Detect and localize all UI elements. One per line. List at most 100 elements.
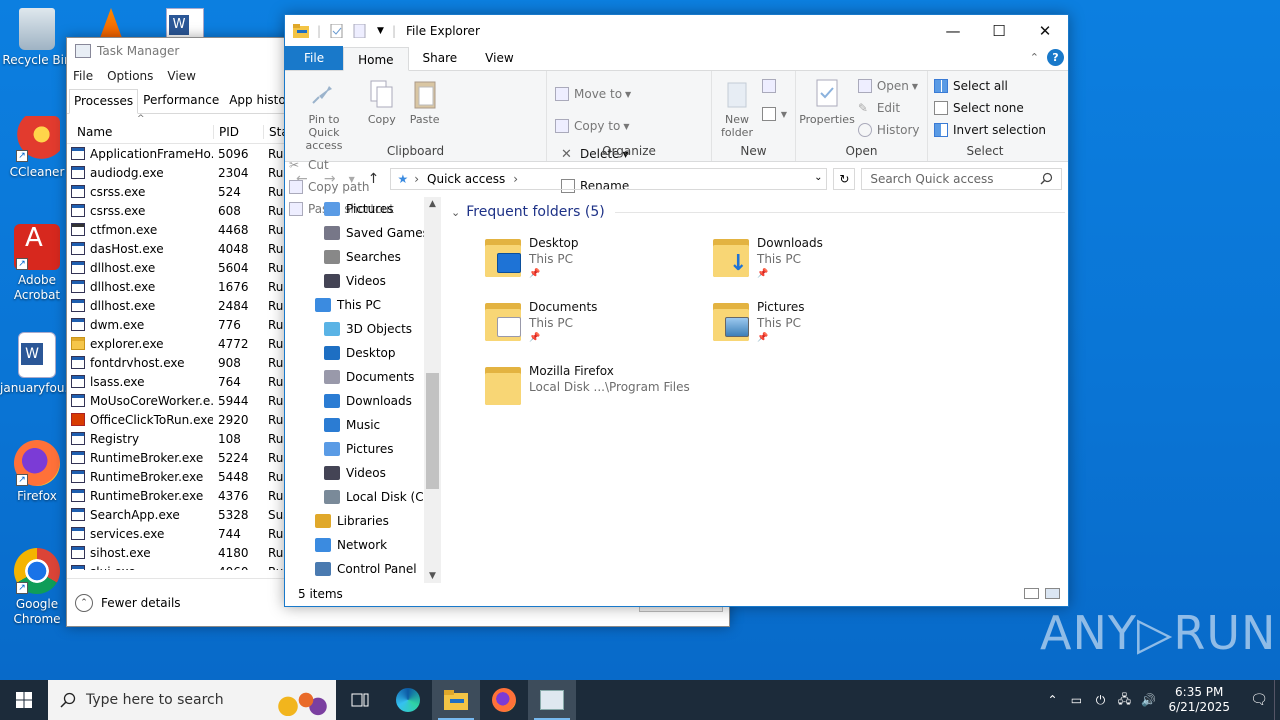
ccleaner-icon[interactable]: ↗ CCleaner <box>0 116 74 180</box>
power-icon[interactable]: ⏻ <box>1088 693 1112 708</box>
menu-view[interactable]: View <box>167 69 195 83</box>
collapse-chevron-icon: ⌃ <box>75 593 93 612</box>
folder-tile[interactable]: Documents This PC 📌 <box>483 299 711 349</box>
nav-item[interactable]: Pictures <box>285 437 440 461</box>
notifications-icon[interactable]: 🗨 <box>1244 692 1274 708</box>
nav-item[interactable]: Control Panel <box>285 557 440 581</box>
file-explorer-window[interactable]: | ▼ | File Explorer — ☐ ✕ File Home Shar… <box>284 14 1069 607</box>
copy-path-button[interactable]: Copy path <box>289 178 394 196</box>
tab-performance[interactable]: Performance <box>138 88 224 113</box>
file-explorer-titlebar[interactable]: | ▼ | File Explorer — ☐ ✕ <box>285 15 1068 46</box>
pin-icon: 📌 <box>757 333 769 343</box>
tab-home[interactable]: Home <box>343 47 409 71</box>
start-button[interactable] <box>0 680 48 720</box>
item-count: 5 items <box>298 587 343 601</box>
history-button[interactable]: History <box>857 121 920 139</box>
folder-tile[interactable]: Pictures This PC 📌 <box>711 299 939 349</box>
nav-item[interactable]: Saved Games <box>285 221 440 245</box>
nav-item[interactable]: Downloads <box>285 389 440 413</box>
details-view-icon[interactable] <box>1024 588 1039 599</box>
move-to-button[interactable]: Move to ▼ <box>555 85 631 103</box>
show-desktop-button[interactable] <box>1274 680 1280 720</box>
nav-item[interactable]: Videos <box>285 269 440 293</box>
clock[interactable]: 6:35 PM 6/21/2025 <box>1168 685 1230 715</box>
large-icons-view-icon[interactable] <box>1045 588 1060 599</box>
new-item-button[interactable] <box>761 77 787 95</box>
qat-dropdown-icon[interactable]: ▼ <box>377 26 384 36</box>
nav-item[interactable]: Videos <box>285 461 440 485</box>
volume-icon[interactable]: 🔊 <box>1136 693 1160 707</box>
address-box[interactable]: ★ › Quick access › ⌄ <box>390 168 828 190</box>
firefox-taskbar-button[interactable] <box>480 680 528 720</box>
nav-item[interactable]: Searches <box>285 245 440 269</box>
close-button[interactable]: ✕ <box>1022 15 1068 46</box>
nav-item[interactable]: Music <box>285 413 440 437</box>
properties-button[interactable]: Properties <box>799 75 855 128</box>
nav-item[interactable]: 3D Objects <box>285 317 440 341</box>
menu-file[interactable]: File <box>73 69 93 83</box>
address-dropdown-icon[interactable]: ⌄ <box>814 172 822 183</box>
quick-access-star-icon: ★ <box>397 172 409 186</box>
scroll-up-icon[interactable]: ▲ <box>424 199 441 209</box>
vlc-icon[interactable] <box>100 8 122 38</box>
new-folder-qat-icon[interactable] <box>353 23 369 38</box>
tablet-icon[interactable]: ▭ <box>1064 693 1088 707</box>
recycle-bin-icon[interactable]: Recycle Bin <box>0 8 74 68</box>
minimize-button[interactable]: — <box>930 15 976 46</box>
task-view-button[interactable] <box>336 680 384 720</box>
nav-scrollbar[interactable]: ▲ ▼ <box>424 197 441 583</box>
menu-options[interactable]: Options <box>107 69 153 83</box>
easy-access-button[interactable]: ▼ <box>761 105 787 123</box>
edge-taskbar-button[interactable] <box>384 680 432 720</box>
task-manager-taskbar-button[interactable] <box>528 680 576 720</box>
folder-tile[interactable]: ↓ Downloads This PC 📌 <box>711 235 939 285</box>
nav-item[interactable]: Local Disk (C:) <box>285 485 440 509</box>
tab-processes[interactable]: Processes <box>69 89 139 114</box>
scrollbar-thumb[interactable] <box>426 373 439 489</box>
tab-view[interactable]: View <box>471 46 527 70</box>
copy-to-button[interactable]: Copy to ▼ <box>555 117 631 135</box>
folder-tile[interactable]: Mozilla Firefox Local Disk ...\Program Fi… <box>483 363 711 413</box>
word-icon[interactable]: W <box>166 8 204 38</box>
invert-selection-button[interactable]: Invert selection <box>934 121 1046 139</box>
scroll-down-icon[interactable]: ▼ <box>424 571 441 581</box>
new-folder-button[interactable]: New folder <box>716 75 758 141</box>
refresh-button[interactable]: ↻ <box>833 168 856 190</box>
nav-item[interactable]: This PC <box>285 293 440 317</box>
nav-item[interactable]: Pictures <box>285 197 440 221</box>
tab-share[interactable]: Share <box>409 46 472 70</box>
pin-to-quick-access-button[interactable]: Pin to Quick access <box>289 75 359 154</box>
folder-tile[interactable]: Desktop This PC 📌 <box>483 235 711 285</box>
column-pid[interactable]: PID <box>213 125 263 139</box>
cut-button[interactable]: ✂ Cut <box>289 156 394 174</box>
nav-item[interactable]: Desktop <box>285 341 440 365</box>
adobe-acrobat-icon[interactable]: A ↗ Adobe Acrobat <box>0 224 74 303</box>
nav-item[interactable]: Documents <box>285 365 440 389</box>
frequent-folders-header[interactable]: ⌄ Frequent folders (5) <box>445 201 1065 223</box>
word-document-icon[interactable]: W januaryfou... <box>0 332 76 396</box>
google-chrome-icon[interactable]: ↗ Google Chrome <box>0 548 74 627</box>
nav-item[interactable]: Network <box>285 533 440 557</box>
select-all-button[interactable]: Select all <box>934 77 1046 95</box>
open-button[interactable]: Open ▼ <box>857 77 920 95</box>
show-hidden-icons-icon[interactable]: ⌃ <box>1040 693 1064 707</box>
organize-group: Move to ▼ Copy to ▼ ✕ Delete ▼ Rename Organi… <box>547 71 712 193</box>
file-explorer-taskbar-button[interactable] <box>432 680 480 720</box>
search-icon <box>1040 172 1053 185</box>
help-icon[interactable]: ? <box>1047 49 1064 66</box>
select-none-button[interactable]: Select none <box>934 99 1046 117</box>
taskbar-search-box[interactable]: Type here to search <box>48 680 336 720</box>
maximize-button[interactable]: ☐ <box>976 15 1022 46</box>
nav-item[interactable]: Libraries <box>285 509 440 533</box>
column-name[interactable]: Name <box>67 125 213 139</box>
properties-qat-icon[interactable] <box>329 23 345 38</box>
process-name: lsass.exe <box>67 375 213 389</box>
search-input[interactable]: Search Quick access <box>861 168 1062 190</box>
paste-button[interactable]: Paste <box>405 75 445 128</box>
network-icon[interactable]: 🖧 <box>1112 690 1136 711</box>
firefox-icon[interactable]: ↗ Firefox <box>0 440 74 504</box>
tab-file[interactable]: File <box>285 46 344 70</box>
copy-button[interactable]: Copy <box>363 75 401 128</box>
collapse-ribbon-icon[interactable]: ⌃ <box>1030 51 1039 64</box>
edit-button[interactable]: ✎ Edit <box>858 99 920 117</box>
